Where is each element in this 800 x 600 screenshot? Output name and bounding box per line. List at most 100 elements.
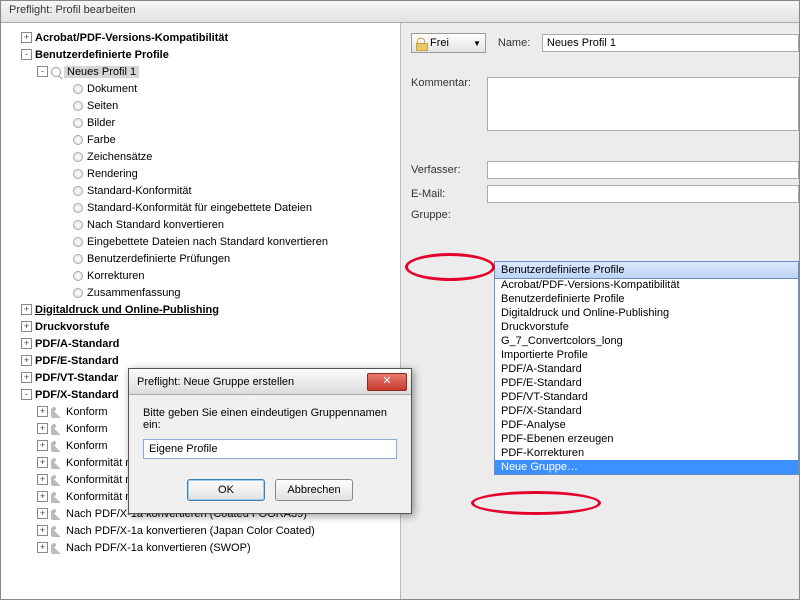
verfasser-label: Verfasser: xyxy=(411,164,487,176)
dropdown-item[interactable]: Druckvorstufe xyxy=(495,320,798,334)
expand-icon[interactable]: + xyxy=(21,304,32,315)
chevron-down-icon: ▼ xyxy=(473,39,481,48)
expand-icon xyxy=(59,151,70,162)
tree-label: Zeichensätze xyxy=(87,151,152,163)
expand-icon[interactable]: + xyxy=(37,525,48,536)
dropdown-item[interactable]: PDF/VT-Standard xyxy=(495,390,798,404)
collapse-icon[interactable]: - xyxy=(21,49,32,60)
expand-icon[interactable]: + xyxy=(21,355,32,366)
tree-label: Seiten xyxy=(87,100,118,112)
expand-icon[interactable]: + xyxy=(37,423,48,434)
expand-icon[interactable]: + xyxy=(37,474,48,485)
tree-label: Zusammenfassung xyxy=(87,287,181,299)
bullet-icon xyxy=(73,169,83,179)
tree-row[interactable]: Standard-Konformität xyxy=(7,182,394,199)
ok-button[interactable]: OK xyxy=(187,479,265,501)
expand-icon xyxy=(59,134,70,145)
bullet-icon xyxy=(73,271,83,281)
annotation-circle xyxy=(405,253,495,281)
kommentar-input[interactable] xyxy=(487,77,799,131)
expand-icon[interactable]: + xyxy=(37,508,48,519)
dropdown-item[interactable]: Digitaldruck und Online-Publishing xyxy=(495,306,798,320)
tree-row[interactable]: + Nach PDF/X-1a konvertieren (Japan Color… xyxy=(7,522,394,539)
tree-row[interactable]: +Acrobat/PDF-Versions-Kompatibilität xyxy=(7,29,394,46)
lock-dropdown[interactable]: Frei ▼ xyxy=(411,33,486,53)
dropdown-item[interactable]: Importierte Profile xyxy=(495,348,798,362)
bullet-icon xyxy=(73,254,83,264)
tree-row[interactable]: Bilder xyxy=(7,114,394,131)
dropdown-item[interactable]: PDF/E-Standard xyxy=(495,376,798,390)
tree-label: Bilder xyxy=(87,117,115,129)
email-input[interactable] xyxy=(487,185,799,203)
dropdown-item[interactable]: PDF-Analyse xyxy=(495,418,798,432)
verfasser-input[interactable] xyxy=(487,161,799,179)
bullet-icon xyxy=(73,203,83,213)
expand-icon[interactable]: + xyxy=(37,457,48,468)
tree-label: Druckvorstufe xyxy=(35,321,110,333)
dropdown-item[interactable]: G_7_Convertcolors_long xyxy=(495,334,798,348)
expand-icon[interactable]: + xyxy=(37,440,48,451)
tree-label: Nach PDF/X-1a konvertieren (Japan Color … xyxy=(66,525,315,537)
name-input[interactable] xyxy=(542,34,799,52)
group-name-input[interactable] xyxy=(143,439,397,459)
tree-row[interactable]: Zeichensätze xyxy=(7,148,394,165)
tree-label: Neues Profil 1 xyxy=(64,66,139,78)
tree-label: Acrobat/PDF-Versions-Kompatibilität xyxy=(35,32,228,44)
tree-row[interactable]: +Digitaldruck und Online-Publishing xyxy=(7,301,394,318)
expand-icon[interactable]: + xyxy=(37,406,48,417)
gruppe-selected[interactable]: Benutzerdefinierte Profile xyxy=(494,261,799,279)
bullet-icon xyxy=(73,118,83,128)
expand-icon xyxy=(59,83,70,94)
email-label: E-Mail: xyxy=(411,188,487,200)
tree-label: Digitaldruck und Online-Publishing xyxy=(35,304,219,316)
dropdown-item[interactable]: PDF-Korrekturen xyxy=(495,446,798,460)
expand-icon[interactable]: + xyxy=(37,491,48,502)
tree-row[interactable]: +PDF/A-Standard xyxy=(7,335,394,352)
tree-row[interactable]: +PDF/E-Standard xyxy=(7,352,394,369)
tree-label: Eingebettete Dateien nach Standard konve… xyxy=(87,236,328,248)
tree-row[interactable]: Standard-Konformität für eingebettete Da… xyxy=(7,199,394,216)
dropdown-item[interactable]: Benutzerdefinierte Profile xyxy=(495,292,798,306)
dropdown-item[interactable]: Acrobat/PDF-Versions-Kompatibilität xyxy=(495,278,798,292)
wrench-icon xyxy=(51,440,63,452)
expand-icon xyxy=(59,236,70,247)
expand-icon xyxy=(59,219,70,230)
tree-row[interactable]: Farbe xyxy=(7,131,394,148)
tree-row[interactable]: Rendering xyxy=(7,165,394,182)
collapse-icon[interactable]: - xyxy=(37,66,48,77)
expand-icon xyxy=(59,270,70,281)
tree-label: PDF/E-Standard xyxy=(35,355,119,367)
tree-row[interactable]: Nach Standard konvertieren xyxy=(7,216,394,233)
bullet-icon xyxy=(73,84,83,94)
expand-icon[interactable]: + xyxy=(21,321,32,332)
tree-label: Konform xyxy=(66,440,108,452)
tree-row[interactable]: Benutzerdefinierte Prüfungen xyxy=(7,250,394,267)
bullet-icon xyxy=(73,220,83,230)
tree-row[interactable]: Dokument xyxy=(7,80,394,97)
tree-label: Standard-Konformität für eingebettete Da… xyxy=(87,202,312,214)
tree-label: Farbe xyxy=(87,134,116,146)
close-button[interactable]: ✕ xyxy=(367,373,407,391)
dropdown-item[interactable]: PDF/A-Standard xyxy=(495,362,798,376)
tree-row[interactable]: Eingebettete Dateien nach Standard konve… xyxy=(7,233,394,250)
dropdown-item[interactable]: PDF/X-Standard xyxy=(495,404,798,418)
bullet-icon xyxy=(73,135,83,145)
bullet-icon xyxy=(73,101,83,111)
expand-icon[interactable]: + xyxy=(21,372,32,383)
cancel-button[interactable]: Abbrechen xyxy=(275,479,353,501)
collapse-icon[interactable]: - xyxy=(21,389,32,400)
dropdown-item[interactable]: PDF-Ebenen erzeugen xyxy=(495,432,798,446)
tree-row[interactable]: +Druckvorstufe xyxy=(7,318,394,335)
tree-row[interactable]: Korrekturen xyxy=(7,267,394,284)
expand-icon[interactable]: + xyxy=(21,32,32,43)
dropdown-item[interactable]: Neue Gruppe… xyxy=(495,460,798,474)
tree-label: Benutzerdefinierte Prüfungen xyxy=(87,253,230,265)
tree-row[interactable]: - Neues Profil 1 xyxy=(7,63,394,80)
gruppe-dropdown[interactable]: Benutzerdefinierte Profile Acrobat/PDF-V… xyxy=(494,261,799,475)
expand-icon[interactable]: + xyxy=(37,542,48,553)
tree-row[interactable]: Seiten xyxy=(7,97,394,114)
tree-row[interactable]: -Benutzerdefinierte Profile xyxy=(7,46,394,63)
tree-row[interactable]: +Nach PDF/X-1a konvertieren (SWOP) xyxy=(7,539,394,556)
tree-row[interactable]: Zusammenfassung xyxy=(7,284,394,301)
expand-icon[interactable]: + xyxy=(21,338,32,349)
